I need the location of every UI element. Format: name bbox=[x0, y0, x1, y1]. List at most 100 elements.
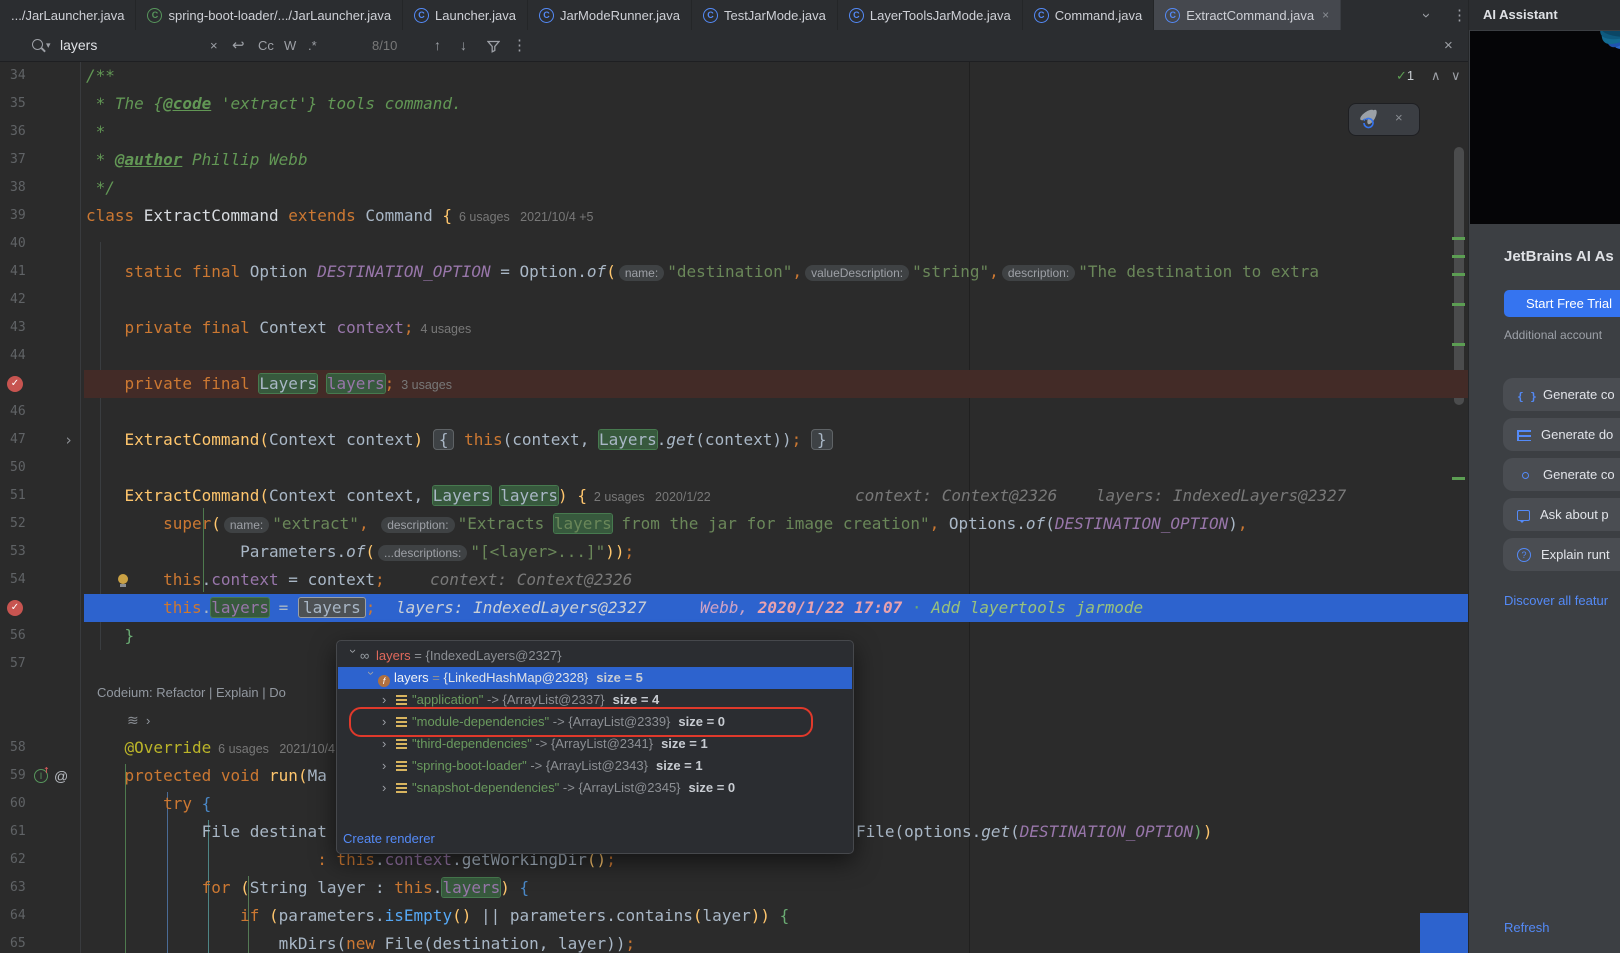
tab-extractcommand-java[interactable]: C ExtractCommand.java × bbox=[1154, 0, 1341, 30]
doc-icon bbox=[1517, 430, 1531, 441]
line-number: 62 bbox=[10, 846, 26, 874]
tab-label: ExtractCommand.java bbox=[1186, 8, 1314, 23]
line-number: 50 bbox=[10, 454, 26, 482]
breakpoint-icon[interactable]: ✓ bbox=[7, 376, 23, 392]
code-line: 53 Parameters.of(...descriptions:"[<laye… bbox=[0, 538, 1468, 566]
code-line: 52 super(name:"extract", description:"Ex… bbox=[0, 510, 1468, 538]
search-bar: ▾ layers × ↩ Cc W .* 8/10 ↑ ↓ ⋮ × bbox=[0, 30, 1468, 62]
braces-icon bbox=[1517, 388, 1533, 402]
class-icon: C bbox=[147, 8, 162, 23]
tab-command-java[interactable]: CCommand.java bbox=[1023, 0, 1154, 30]
code-line: 54 this.context = context;context: Conte… bbox=[0, 566, 1468, 594]
code-line: 43 private final Context context; 4 usag… bbox=[0, 314, 1468, 342]
line-number: 37 bbox=[10, 146, 26, 174]
tab-spring-boot-loader-jarlauncher-java[interactable]: Cspring-boot-loader/.../JarLauncher.java bbox=[136, 0, 403, 30]
line-number: 57 bbox=[10, 650, 26, 678]
class-icon: C bbox=[849, 8, 864, 23]
line-number: 56 bbox=[10, 622, 26, 650]
fold-chevron-icon[interactable]: › bbox=[64, 426, 73, 454]
line-number: 44 bbox=[10, 342, 26, 370]
variable-row[interactable]: ›∞layers = {IndexedLayers@2327} bbox=[338, 645, 852, 667]
create-renderer-link[interactable]: Create renderer bbox=[343, 831, 435, 846]
tab-layertoolsjarmode-java[interactable]: C LayerToolsJarMode.java bbox=[838, 0, 1023, 30]
search-clear-icon[interactable]: × bbox=[210, 30, 218, 61]
tree-chevron-icon[interactable]: › bbox=[360, 671, 382, 685]
ai-panel-title: AI Assistant bbox=[1469, 0, 1620, 30]
ide-window: { "colors":{"accent_blue":"#3574f0","exe… bbox=[0, 0, 1620, 953]
jetbrains-ai-artwork bbox=[1470, 31, 1620, 224]
line-number: 53 bbox=[10, 538, 26, 566]
breakpoint-icon[interactable]: ✓ bbox=[7, 600, 23, 616]
tab-jarmoderunner-java[interactable]: CJarModeRunner.java bbox=[528, 0, 692, 30]
line-number: 47 bbox=[10, 426, 26, 454]
ai-action-generate-do[interactable]: Generate do bbox=[1503, 418, 1620, 451]
line-number: 41 bbox=[10, 258, 26, 286]
tab-label: spring-boot-loader/.../JarLauncher.java bbox=[168, 8, 391, 23]
debugger-variables-popup[interactable]: Create renderer ›∞layers = {IndexedLayer… bbox=[336, 640, 854, 854]
code-line: ✓ private final Layers layers; 3 usages bbox=[0, 370, 1468, 398]
class-icon: C bbox=[1165, 8, 1180, 23]
class-icon: C bbox=[414, 8, 429, 23]
line-number: 46 bbox=[10, 398, 26, 426]
ai-assistant-panel: AI Assistant JetBrains AI As Start Free … bbox=[1468, 0, 1620, 953]
tree-chevron-icon[interactable]: › bbox=[382, 755, 396, 777]
line-number: 36 bbox=[10, 118, 26, 146]
next-match-icon[interactable]: ↓ bbox=[460, 30, 467, 61]
tabs-chevron-icon[interactable]: › bbox=[1424, 0, 1429, 30]
chat-icon bbox=[1517, 510, 1530, 521]
tab-label: .../JarLauncher.java bbox=[11, 8, 124, 23]
ai-action-explain-runt[interactable]: ?Explain runt bbox=[1503, 538, 1620, 571]
tabs-more-icon[interactable]: ⋮ bbox=[1452, 0, 1467, 30]
ai-heading: JetBrains AI As bbox=[1504, 248, 1614, 265]
ai-action-ask-about-p[interactable]: Ask about p bbox=[1503, 498, 1620, 531]
tree-chevron-icon[interactable]: › bbox=[382, 777, 396, 799]
annotation-highlight bbox=[349, 707, 813, 737]
variable-row[interactable]: ›"snapshot-dependencies" -> {ArrayList@2… bbox=[338, 777, 852, 799]
class-icon: C bbox=[1034, 8, 1049, 23]
variable-row[interactable]: ›flayers = {LinkedHashMap@2328}size = 5 bbox=[338, 667, 852, 689]
tab-testjarmode-java[interactable]: CTestJarMode.java bbox=[692, 0, 838, 30]
tab--jarlauncher-java[interactable]: .../JarLauncher.java bbox=[0, 0, 136, 30]
line-number: 34 bbox=[10, 62, 26, 90]
ai-action-label: Generate co bbox=[1543, 387, 1615, 402]
code-line: 36 * bbox=[0, 118, 1468, 146]
ai-action-label: Generate co bbox=[1543, 467, 1615, 482]
code-line: 44 bbox=[0, 342, 1468, 370]
tab-label: LayerToolsJarMode.java bbox=[870, 8, 1011, 23]
list-icon bbox=[396, 755, 412, 777]
tree-chevron-icon[interactable]: › bbox=[342, 649, 364, 663]
search-more-icon[interactable]: ⋮ bbox=[512, 30, 527, 61]
tab-launcher-java[interactable]: C Launcher.java bbox=[403, 0, 528, 30]
code-line: 38 */ bbox=[0, 174, 1468, 202]
line-number: 42 bbox=[10, 286, 26, 314]
annotation-gutter-icon: @ bbox=[54, 762, 68, 790]
previous-match-icon[interactable]: ↑ bbox=[434, 30, 441, 61]
line-number: 61 bbox=[10, 818, 26, 846]
code-line: ✓ this.layers = layers;layers: IndexedLa… bbox=[0, 594, 1468, 622]
tab-label: Launcher.java bbox=[435, 8, 516, 23]
line-number: 51 bbox=[10, 482, 26, 510]
match-case-toggle[interactable]: Cc bbox=[258, 30, 274, 61]
search-caret-icon[interactable]: ▾ bbox=[46, 30, 51, 61]
whole-words-toggle[interactable]: W bbox=[284, 30, 296, 61]
ai-action-generate-co[interactable]: Generate co bbox=[1503, 458, 1620, 491]
line-number: 63 bbox=[10, 874, 26, 902]
line-number: 52 bbox=[10, 510, 26, 538]
search-in-selection-icon[interactable]: ↩ bbox=[232, 30, 245, 61]
ai-action-label: Ask about p bbox=[1540, 507, 1609, 522]
code-line: 41 static final Option DESTINATION_OPTIO… bbox=[0, 258, 1468, 286]
search-icon bbox=[32, 39, 43, 50]
search-input[interactable]: layers bbox=[60, 30, 97, 61]
refresh-link[interactable]: Refresh bbox=[1504, 920, 1550, 935]
ai-action-label: Generate do bbox=[1541, 427, 1613, 442]
filter-icon[interactable] bbox=[487, 40, 500, 53]
discover-features-link[interactable]: Discover all featur bbox=[1504, 593, 1608, 608]
start-free-trial-button[interactable]: Start Free Trial bbox=[1504, 290, 1620, 317]
ai-action-generate-co[interactable]: Generate co bbox=[1503, 378, 1620, 411]
regex-toggle[interactable]: .* bbox=[308, 30, 317, 61]
code-line: 34/** bbox=[0, 62, 1468, 90]
tab-close-icon[interactable]: × bbox=[1322, 8, 1329, 22]
search-close-icon[interactable]: × bbox=[1444, 30, 1453, 61]
variable-row[interactable]: ›"spring-boot-loader" -> {ArrayList@2343… bbox=[338, 755, 852, 777]
line-number: 65 bbox=[10, 930, 26, 953]
